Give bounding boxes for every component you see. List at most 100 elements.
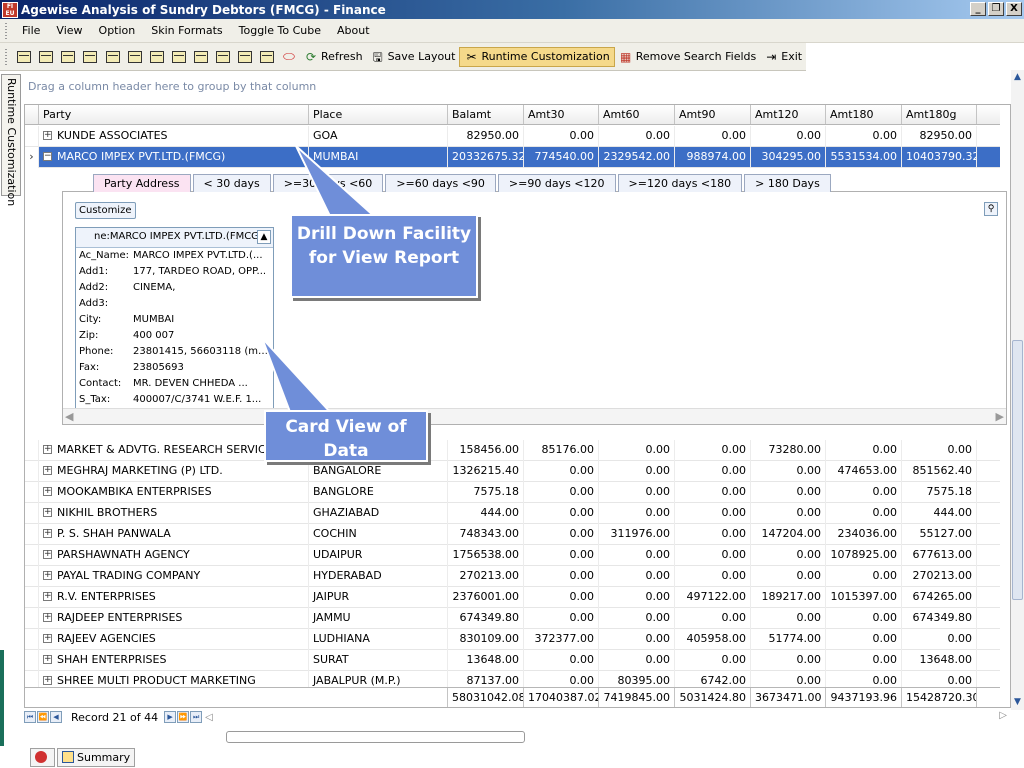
table-row[interactable]: + R.V. ENTERPRISES JAIPUR 2376001.00 0.00 0.0… [25,586,1000,608]
cell-amt120[interactable]: 0.00 [751,565,826,587]
eraser-task-button[interactable] [30,747,55,767]
cell-amt120[interactable]: 0.00 [751,125,826,147]
expand-icon[interactable]: + [43,550,52,559]
cell-amt30[interactable]: 0.00 [524,502,599,524]
close-button[interactable]: X [1006,2,1022,16]
detail-tab-5[interactable]: >=120 days <180 [617,174,743,192]
cell-amt60[interactable]: 2329542.00 [599,146,675,168]
cell-amt30[interactable]: 85176.00 [524,439,599,461]
cell-amt30[interactable]: 0.00 [524,565,599,587]
cell-amt60[interactable]: 0.00 [599,628,675,650]
collapse-card-icon[interactable]: ▲ [257,230,271,244]
cell-party[interactable]: + P. S. SHAH PANWALA [39,523,309,545]
nav-scroll-left-icon[interactable]: ◁ [205,712,213,723]
cell-place[interactable]: COCHIN [309,523,448,545]
cell-party[interactable]: + NIKHIL BROTHERS [39,502,309,524]
scroll-down-icon[interactable]: ▼ [1012,697,1023,708]
cell-place[interactable]: BANGALORE [309,460,448,482]
cell-place[interactable]: JAIPUR [309,586,448,608]
cell-place[interactable]: JAMMU [309,607,448,629]
cell-amt120[interactable]: 147204.00 [751,523,826,545]
layout-10-icon[interactable] [214,47,232,67]
column-header-amt180g[interactable]: Amt180g [902,105,977,124]
summary-task-button[interactable]: Summary [57,747,136,767]
cell-amt30[interactable]: 0.00 [524,460,599,482]
nav-scroll-right-icon[interactable]: ▷ [999,710,1007,721]
cell-amt90[interactable]: 0.00 [675,544,751,566]
column-header-amt90[interactable]: Amt90 [675,105,751,124]
table-row[interactable]: + SHAH ENTERPRISES SURAT 13648.00 0.00 0.00 0.… [25,649,1000,671]
cell-amt180[interactable]: 0.00 [826,439,902,461]
cell-amt120[interactable]: 0.00 [751,502,826,524]
cell-amt180[interactable]: 0.00 [826,649,902,671]
cell-amt180[interactable]: 0.00 [826,125,902,147]
cell-amt180g[interactable]: 13648.00 [902,649,977,671]
cell-amt90[interactable]: 0.00 [675,565,751,587]
layout-4-icon[interactable] [81,47,99,67]
last-record-icon[interactable]: ⏭ [190,711,203,723]
cell-balamt[interactable]: 444.00 [448,502,524,524]
cell-balamt[interactable]: 82950.00 [448,125,524,147]
minimize-button[interactable]: _ [970,2,986,16]
layout-8-icon[interactable] [170,47,188,67]
cell-amt120[interactable]: 0.00 [751,607,826,629]
expand-icon[interactable]: + [43,466,52,475]
layout-11-icon[interactable] [236,47,254,67]
customize-button[interactable]: Customize [75,202,136,219]
cell-amt180[interactable]: 234036.00 [826,523,902,545]
cell-balamt[interactable]: 1756538.00 [448,544,524,566]
detail-tab-1[interactable]: < 30 days [192,174,271,192]
menu-file[interactable]: File [14,24,48,37]
cell-amt60[interactable]: 0.00 [599,502,675,524]
cell-amt90[interactable]: 405958.00 [675,628,751,650]
cell-amt120[interactable]: 0.00 [751,544,826,566]
table-row[interactable]: + MARKET & ADVTG. RESEARCH SERVICES 158456… [25,439,1000,461]
first-record-icon[interactable]: ⏮ [24,711,36,723]
detail-tab-3[interactable]: >=60 days <90 [385,174,496,192]
cell-amt90[interactable]: 0.00 [675,607,751,629]
cell-amt180g[interactable]: 10403790.32 [902,146,977,168]
column-header-place[interactable]: Place [309,105,448,124]
cell-party[interactable]: + RAJDEEP ENTERPRISES [39,607,309,629]
cell-amt60[interactable]: 0.00 [599,586,675,608]
scroll-right-icon[interactable]: ▶ [996,410,1004,423]
cell-party[interactable]: + R.V. ENTERPRISES [39,586,309,608]
layout-5-icon[interactable] [103,47,121,67]
table-row[interactable]: + PAYAL TRADING COMPANY HYDERABAD 270213.00… [25,565,1000,587]
cell-amt180[interactable]: 1015397.00 [826,586,902,608]
cell-party[interactable]: + PAYAL TRADING COMPANY [39,565,309,587]
list-format-icon[interactable] [258,47,276,67]
table-row[interactable]: + P. S. SHAH PANWALA COCHIN 748343.00 0.00 31… [25,523,1000,545]
cell-party[interactable]: + MOOKAMBIKA ENTERPRISES [39,481,309,503]
layout-1-icon[interactable] [15,47,33,67]
cell-party[interactable]: + SHAH ENTERPRISES [39,649,309,671]
expand-icon[interactable]: + [43,613,52,622]
table-row[interactable]: + MEGHRAJ MARKETING (P) LTD. BANGALORE 1326… [25,460,1000,482]
cell-amt60[interactable]: 0.00 [599,125,675,147]
table-row[interactable]: + RAJEEV AGENCIES LUDHIANA 830109.00 372377.… [25,628,1000,650]
menu-grip-icon[interactable] [2,22,10,39]
column-header-amt120[interactable]: Amt120 [751,105,826,124]
cell-amt120[interactable]: 0.00 [751,649,826,671]
cell-party[interactable]: + MEGHRAJ MARKETING (P) LTD. [39,460,309,482]
cell-amt180g[interactable]: 270213.00 [902,565,977,587]
cell-amt90[interactable]: 0.00 [675,481,751,503]
find-icon[interactable]: ⚲ [984,202,998,216]
menu-option[interactable]: Option [91,24,144,37]
column-header-party[interactable]: Party [39,105,309,124]
cell-place[interactable]: GHAZIABAD [309,502,448,524]
expand-icon[interactable]: + [43,592,52,601]
cell-amt90[interactable]: 0.00 [675,125,751,147]
cell-amt180[interactable]: 474653.00 [826,460,902,482]
cell-amt180g[interactable]: 82950.00 [902,125,977,147]
cell-place[interactable]: GOA [309,125,448,147]
next-page-icon[interactable]: ⏩ [177,711,190,723]
cell-amt120[interactable]: 0.00 [751,481,826,503]
eraser-icon[interactable]: ⬭ [280,47,298,67]
cell-amt180g[interactable]: 0.00 [902,628,977,650]
cell-place[interactable]: BANGLORE [309,481,448,503]
cell-amt90[interactable]: 0.00 [675,439,751,461]
layout-3-icon[interactable] [59,47,77,67]
cell-balamt[interactable]: 7575.18 [448,481,524,503]
cell-amt90[interactable]: 0.00 [675,502,751,524]
